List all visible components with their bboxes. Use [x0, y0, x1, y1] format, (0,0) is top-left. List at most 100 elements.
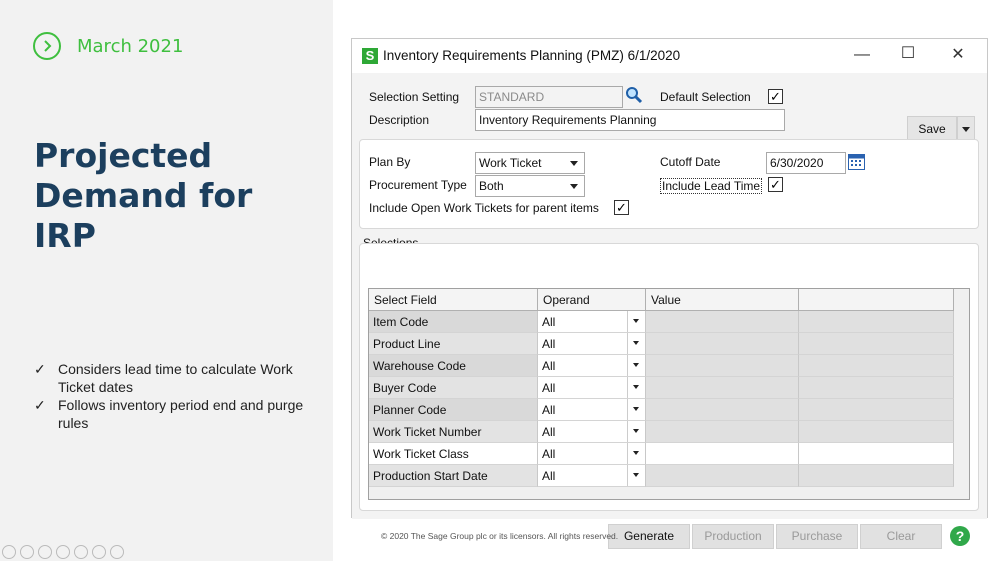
- table-row: Warehouse Code All: [369, 355, 954, 377]
- bullet-item: ✓ Considers lead time to calculate Work T…: [34, 361, 293, 395]
- title-bar: S Inventory Requirements Planning (PMZ) …: [352, 39, 987, 73]
- extra-cell[interactable]: [799, 333, 954, 355]
- include-lead-time-checkbox[interactable]: ✓: [768, 177, 783, 192]
- copyright-text: © 2020 The Sage Group plc or its licenso…: [381, 531, 619, 541]
- description-input[interactable]: Inventory Requirements Planning: [475, 109, 785, 131]
- procurement-type-select[interactable]: Both: [475, 175, 585, 197]
- operand-value: All: [542, 359, 556, 373]
- table-row: Work Ticket Class All: [369, 443, 954, 465]
- chevron-right-icon: [33, 32, 61, 60]
- operand-cell[interactable]: All: [538, 399, 646, 421]
- chevron-down-icon[interactable]: [627, 443, 645, 464]
- operand-value: All: [542, 447, 556, 461]
- select-field-cell[interactable]: Work Ticket Class: [369, 443, 538, 465]
- chevron-down-icon[interactable]: [627, 421, 645, 442]
- chevron-down-icon[interactable]: [627, 333, 645, 354]
- operand-value: All: [542, 403, 556, 417]
- chevron-down-icon: [962, 127, 970, 132]
- selection-setting-input[interactable]: STANDARD: [475, 86, 623, 108]
- operand-cell[interactable]: All: [538, 465, 646, 487]
- irp-window: S Inventory Requirements Planning (PMZ) …: [351, 38, 988, 549]
- select-field-cell[interactable]: Planner Code: [369, 399, 538, 421]
- select-field-cell[interactable]: Product Line: [369, 333, 538, 355]
- close-icon[interactable]: ✕: [948, 45, 968, 65]
- selections-grid: Select Field Operand Value Item Code All P…: [368, 288, 970, 500]
- generate-button[interactable]: Generate: [608, 524, 690, 549]
- column-header[interactable]: [799, 289, 954, 311]
- select-field-cell[interactable]: Work Ticket Number: [369, 421, 538, 443]
- include-lead-time-label: Include Lead Time: [660, 178, 763, 194]
- operand-cell[interactable]: All: [538, 333, 646, 355]
- next-icon[interactable]: [20, 545, 34, 559]
- operand-cell[interactable]: All: [538, 443, 646, 465]
- operand-cell[interactable]: All: [538, 421, 646, 443]
- minimize-icon[interactable]: —: [852, 45, 872, 65]
- table-row: Buyer Code All: [369, 377, 954, 399]
- value-cell[interactable]: [646, 443, 799, 465]
- selection-setting-label: Selection Setting: [369, 90, 460, 104]
- grid-scrollbar[interactable]: [953, 289, 969, 311]
- select-field-cell[interactable]: Warehouse Code: [369, 355, 538, 377]
- operand-value: All: [542, 337, 556, 351]
- operand-cell[interactable]: All: [538, 377, 646, 399]
- sage-app-icon: S: [362, 48, 378, 64]
- operand-value: All: [542, 469, 556, 483]
- extra-cell[interactable]: [799, 443, 954, 465]
- help-icon[interactable]: ?: [950, 526, 970, 546]
- purchase-button[interactable]: Purchase: [776, 524, 858, 549]
- plan-by-select[interactable]: Work Ticket: [475, 152, 585, 174]
- clear-button[interactable]: Clear: [860, 524, 942, 549]
- chevron-down-icon: [570, 161, 578, 166]
- checkmark-icon: ✓: [34, 361, 46, 377]
- extra-cell[interactable]: [799, 311, 954, 333]
- value-cell[interactable]: [646, 377, 799, 399]
- chevron-down-icon[interactable]: [627, 355, 645, 376]
- operand-value: All: [542, 425, 556, 439]
- value-cell[interactable]: [646, 399, 799, 421]
- zoom-icon[interactable]: [74, 545, 88, 559]
- default-selection-checkbox[interactable]: ✓: [768, 89, 783, 104]
- value-cell[interactable]: [646, 465, 799, 487]
- column-header[interactable]: Value: [646, 289, 799, 311]
- column-header[interactable]: Operand: [538, 289, 646, 311]
- window-body: Selection Setting STANDARD Default Selec…: [352, 73, 987, 549]
- calendar-icon[interactable]: [848, 153, 865, 170]
- extra-cell[interactable]: [799, 465, 954, 487]
- slide-date: March 2021: [77, 35, 184, 57]
- chevron-down-icon[interactable]: [627, 377, 645, 398]
- operand-cell[interactable]: All: [538, 355, 646, 377]
- cutoff-date-input[interactable]: 6/30/2020: [766, 152, 846, 174]
- include-open-checkbox[interactable]: ✓: [614, 200, 629, 215]
- maximize-icon[interactable]: ☐: [898, 44, 918, 64]
- value-cell[interactable]: [646, 333, 799, 355]
- slide: March 2021 Projected Demand for IRP ✓ Con…: [0, 0, 1000, 561]
- select-field-cell[interactable]: Production Start Date: [369, 465, 538, 487]
- chevron-down-icon[interactable]: [627, 465, 645, 486]
- value-cell[interactable]: [646, 311, 799, 333]
- grid-header: Select Field Operand Value: [369, 289, 954, 311]
- bullet-item: ✓ Follows inventory period end and purge …: [34, 397, 304, 431]
- extra-cell[interactable]: [799, 355, 954, 377]
- slides-icon[interactable]: [56, 545, 70, 559]
- chevron-down-icon[interactable]: [627, 311, 645, 332]
- procurement-type-label: Procurement Type: [369, 178, 467, 192]
- date-row: March 2021: [33, 32, 183, 60]
- column-header[interactable]: Select Field: [369, 289, 538, 311]
- chevron-down-icon: [570, 184, 578, 189]
- select-field-cell[interactable]: Buyer Code: [369, 377, 538, 399]
- extra-cell[interactable]: [799, 399, 954, 421]
- pen-icon[interactable]: [38, 545, 52, 559]
- select-field-cell[interactable]: Item Code: [369, 311, 538, 333]
- value-cell[interactable]: [646, 421, 799, 443]
- bullet-list: ✓ Considers lead time to calculate Work T…: [34, 360, 324, 432]
- chevron-down-icon[interactable]: [627, 399, 645, 420]
- value-cell[interactable]: [646, 355, 799, 377]
- extra-cell[interactable]: [799, 421, 954, 443]
- search-icon[interactable]: [625, 86, 643, 104]
- pointer-icon[interactable]: [2, 545, 16, 559]
- subtitle-icon[interactable]: [92, 545, 106, 559]
- operand-cell[interactable]: All: [538, 311, 646, 333]
- production-button[interactable]: Production: [692, 524, 774, 549]
- extra-cell[interactable]: [799, 377, 954, 399]
- more-icon[interactable]: [110, 545, 124, 559]
